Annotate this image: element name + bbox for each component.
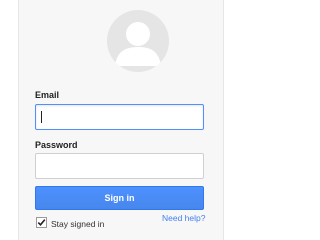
user-silhouette-icon (115, 22, 161, 66)
avatar (107, 10, 169, 72)
stay-signed-in-checkbox[interactable] (36, 217, 47, 228)
checkmark-icon (37, 219, 46, 226)
password-label: Password (35, 140, 78, 150)
email-field[interactable] (35, 104, 204, 130)
stay-signed-in-label: Stay signed in (51, 219, 105, 229)
email-label: Email (35, 90, 60, 100)
password-field[interactable] (35, 153, 204, 179)
need-help-link[interactable]: Need help? (162, 213, 205, 223)
text-cursor (41, 111, 42, 123)
sign-in-button[interactable]: Sign in (35, 186, 204, 210)
